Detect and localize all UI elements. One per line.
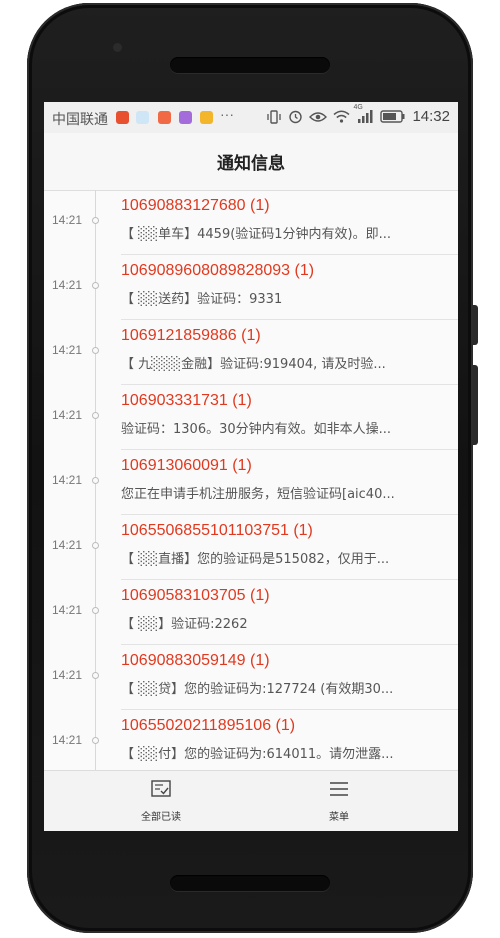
mark-all-read-button[interactable]: 全部已读 [101, 779, 221, 823]
message-preview: 【 ░░单车】4459(验证码1分钟内有效)。即... [121, 227, 392, 242]
message-sender: 1065506855101103751 (1) [121, 522, 313, 539]
front-camera [113, 43, 122, 52]
message-item[interactable]: 14:21 10690583103705 (1) 【 ░░】验证码:2262 [44, 580, 458, 645]
app-bar: 通知信息 [44, 133, 458, 191]
app-notification-icon [179, 111, 192, 124]
page-title: 通知信息 [217, 154, 285, 174]
mark-all-read-label: 全部已读 [141, 812, 181, 823]
bottom-bar: 全部已读 菜单 [44, 770, 458, 831]
timeline-dot [92, 737, 99, 744]
message-time: 14:21 [52, 473, 83, 487]
screen: 中国联通 ··· 4G 14:32 通知信息 14:21 10690883127… [44, 102, 458, 831]
message-sender: 10655020211895106 (1) [121, 717, 296, 734]
top-speaker [170, 57, 330, 73]
message-preview: 【 ░░送药】验证码：9331 [121, 292, 283, 307]
vibrate-icon [267, 109, 282, 124]
message-sender: 1069121859886 (1) [121, 327, 261, 344]
message-time: 14:21 [52, 278, 83, 292]
more-notifications-icon: ··· [220, 106, 234, 122]
message-sender: 106913060091 (1) [121, 457, 252, 474]
bottom-speaker [170, 875, 330, 891]
message-item[interactable]: 14:21 10655020211895106 (1) 【 ░░付】您的验证码为… [44, 710, 458, 771]
message-time: 14:21 [52, 213, 83, 227]
message-item[interactable]: 14:21 106913060091 (1) 您正在申请手机注册服务，短信验证码… [44, 450, 458, 515]
message-time: 14:21 [52, 408, 83, 422]
app-notification-icon [200, 111, 213, 124]
timeline-dot [92, 412, 99, 419]
power-button [473, 365, 478, 445]
weibo-notification-icon [116, 111, 129, 124]
timeline-dot [92, 607, 99, 614]
menu-button[interactable]: 菜单 [279, 779, 399, 823]
message-list[interactable]: 14:21 10690883127680 (1) 【 ░░单车】4459(验证码… [44, 190, 458, 771]
message-item[interactable]: 14:21 1069089608089828093 (1) 【 ░░送药】验证码… [44, 255, 458, 320]
status-bar: 中国联通 ··· 4G 14:32 [44, 102, 458, 133]
app-notification-icon [136, 111, 149, 124]
message-preview: 【 ░░付】您的验证码为:614011。请勿泄露... [121, 747, 394, 762]
message-sender: 106903331731 (1) [121, 392, 252, 409]
message-sender: 10690883127680 (1) [121, 197, 270, 214]
message-time: 14:21 [52, 733, 83, 747]
menu-label: 菜单 [329, 812, 349, 823]
message-sender: 10690883059149 (1) [121, 652, 270, 669]
message-time: 14:21 [52, 343, 83, 357]
message-sender: 10690583103705 (1) [121, 587, 270, 604]
timeline-dot [92, 672, 99, 679]
message-preview: 验证码：1306。30分钟内有效。如非本人操... [121, 422, 392, 437]
timeline-dot [92, 217, 99, 224]
message-preview: 【 ░░】验证码:2262 [121, 617, 248, 632]
message-preview: 【 ░░直播】您的验证码是515082，仅用于... [121, 552, 390, 567]
timeline-dot [92, 282, 99, 289]
message-time: 14:21 [52, 668, 83, 682]
message-item[interactable]: 14:21 10690883127680 (1) 【 ░░单车】4459(验证码… [44, 190, 458, 255]
message-preview: 您正在申请手机注册服务，短信验证码[aic40... [121, 487, 395, 502]
message-time: 14:21 [52, 538, 83, 552]
timeline-dot [92, 542, 99, 549]
message-item[interactable]: 14:21 1069121859886 (1) 【 九░░░金融】验证码:919… [44, 320, 458, 385]
message-preview: 【 ░░贷】您的验证码为:127724 (有效期30... [121, 682, 394, 697]
app-notification-icon [158, 111, 171, 124]
message-item[interactable]: 14:21 1065506855101103751 (1) 【 ░░直播】您的验… [44, 515, 458, 580]
volume-button [473, 305, 478, 345]
message-sender: 1069089608089828093 (1) [121, 262, 315, 279]
message-preview: 【 九░░░金融】验证码:919404, 请及时验... [121, 357, 386, 372]
clock: 14:32 [412, 108, 450, 125]
message-item[interactable]: 14:21 10690883059149 (1) 【 ░░贷】您的验证码为:12… [44, 645, 458, 710]
message-time: 14:21 [52, 603, 83, 617]
eye-comfort-icon [309, 112, 328, 122]
message-item[interactable]: 14:21 106903331731 (1) 验证码：1306。30分钟内有效。… [44, 385, 458, 450]
checklist-icon [151, 780, 171, 797]
timeline-dot [92, 477, 99, 484]
wifi-icon [333, 110, 350, 123]
alarm-icon [289, 110, 303, 124]
carrier-label: 中国联通 [52, 111, 108, 127]
timeline-dot [92, 347, 99, 354]
signal-4g-icon: 4G [353, 104, 374, 124]
menu-icon [330, 782, 348, 796]
battery-icon [380, 110, 405, 123]
